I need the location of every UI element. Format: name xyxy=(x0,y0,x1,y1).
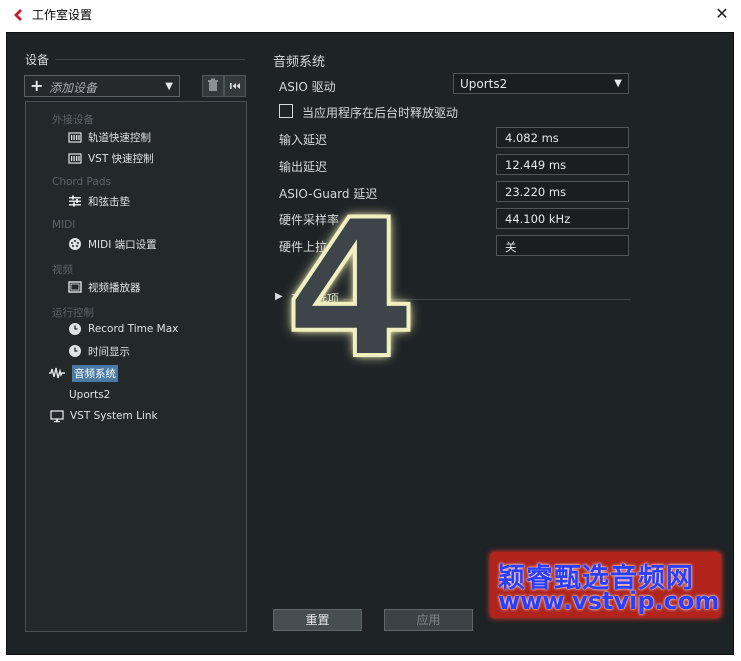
tree-item-label: VST System Link xyxy=(70,410,158,422)
category-transport: 运行控制 xyxy=(52,307,94,319)
window-title: 工作室设置 xyxy=(32,8,93,22)
tree-item-record-time-max[interactable]: Record Time Max xyxy=(68,320,178,338)
clock-icon xyxy=(69,345,81,357)
tree-item-audio-system[interactable]: 音频系统 xyxy=(48,364,118,382)
advanced-divider xyxy=(343,299,631,300)
midi-port-icon xyxy=(69,238,81,250)
add-device-label: 添加设备 xyxy=(49,81,98,95)
tree-item-label: MIDI 端口设置 xyxy=(88,238,157,251)
device-tree: 外接设备 轨道快速控制 VST 快速控制 Chord Pads 和弦击垫 MID… xyxy=(25,101,247,632)
title-bar: 工作室设置 ✕ xyxy=(0,0,741,30)
watermark-url: www.vstvip.com xyxy=(498,587,720,615)
chevron-down-icon: ▼ xyxy=(165,81,173,92)
category-external-devices: 外接设备 xyxy=(52,114,94,126)
tree-item-chord-pads[interactable]: 和弦击垫 xyxy=(68,192,130,210)
trash-icon xyxy=(208,78,218,91)
hardware-sample-rate-value: 44.100 kHz xyxy=(496,208,629,229)
tree-item-label: 音频系统 xyxy=(72,364,118,382)
plus-icon: + xyxy=(30,76,44,95)
tree-item-label: Uports2 xyxy=(69,389,111,401)
cubase-logo-icon xyxy=(14,9,22,21)
add-device-dropdown[interactable]: + 添加设备 ▼ xyxy=(24,75,180,97)
expand-triangle-icon[interactable]: ▶ xyxy=(275,291,283,302)
output-latency-label: 输出延迟 xyxy=(279,160,328,174)
sliders-icon xyxy=(69,195,81,207)
tree-item-label: VST 快速控制 xyxy=(88,152,154,165)
tree-item-track-quick-controls[interactable]: 轨道快速控制 xyxy=(68,128,151,146)
tree-item-label: 视频播放器 xyxy=(88,281,141,294)
tree-item-vst-quick-controls[interactable]: VST 快速控制 xyxy=(68,149,154,167)
waveform-icon xyxy=(49,367,65,379)
close-button[interactable]: ✕ xyxy=(713,5,731,23)
tree-item-vst-system-link[interactable]: VST System Link xyxy=(50,407,158,425)
input-latency-value: 4.082 ms xyxy=(496,127,629,148)
mixer-icon xyxy=(68,132,82,143)
advanced-options-toggle[interactable]: 高级选项 xyxy=(291,290,339,307)
tree-item-label: 和弦击垫 xyxy=(88,195,130,208)
tree-item-label: 时间显示 xyxy=(88,345,130,358)
section-divider xyxy=(55,59,245,60)
asio-driver-value: Uports2 xyxy=(460,77,508,91)
release-driver-checkbox[interactable] xyxy=(279,104,293,118)
tree-item-label: 轨道快速控制 xyxy=(88,131,151,144)
category-midi: MIDI xyxy=(52,219,76,231)
watermark-banner: 颖睿甄选音频网 www.vstvip.com xyxy=(490,552,721,618)
tree-item-label: Record Time Max xyxy=(88,323,179,335)
release-driver-label: 当应用程序在后台时释放驱动 xyxy=(302,106,459,120)
delete-device-button[interactable] xyxy=(202,75,224,97)
category-video: 视频 xyxy=(52,264,73,276)
film-icon xyxy=(68,281,82,293)
asio-driver-label: ASIO 驱动 xyxy=(279,80,336,94)
mixer-icon xyxy=(68,153,82,164)
hardware-pull-value: 关 xyxy=(496,235,629,256)
tree-item-time-display[interactable]: 时间显示 xyxy=(68,342,130,360)
reset-device-button[interactable] xyxy=(224,75,246,97)
category-chord-pads: Chord Pads xyxy=(52,176,111,188)
reset-icon xyxy=(230,83,240,89)
hardware-sample-rate-label: 硬件采样率 xyxy=(279,213,340,227)
input-latency-label: 输入延迟 xyxy=(279,133,328,147)
devices-section-title: 设备 xyxy=(25,53,50,67)
tree-item-midi-port-setup[interactable]: MIDI 端口设置 xyxy=(68,235,157,253)
asio-guard-latency-value: 23.220 ms xyxy=(496,181,629,202)
audio-system-title: 音频系统 xyxy=(273,55,326,70)
output-latency-value: 12.449 ms xyxy=(496,154,629,175)
monitor-icon xyxy=(50,410,64,423)
chevron-down-icon: ▼ xyxy=(614,78,622,89)
asio-guard-latency-label: ASIO-Guard 延迟 xyxy=(279,187,378,201)
devices-panel: 设备 + 添加设备 ▼ 外接设备 轨道快速控制 VST 快速控制 Chord P… xyxy=(19,47,247,634)
reset-button[interactable]: 重置 xyxy=(273,609,362,631)
apply-button[interactable]: 应用 xyxy=(384,609,473,631)
clock-icon xyxy=(69,323,81,335)
asio-driver-dropdown[interactable]: Uports2 ▼ xyxy=(453,73,629,94)
tree-item-video-player[interactable]: 视频播放器 xyxy=(68,278,141,296)
hardware-pull-label: 硬件上拉/下拉 xyxy=(279,240,356,254)
tree-item-uports2[interactable]: Uports2 xyxy=(69,386,110,404)
